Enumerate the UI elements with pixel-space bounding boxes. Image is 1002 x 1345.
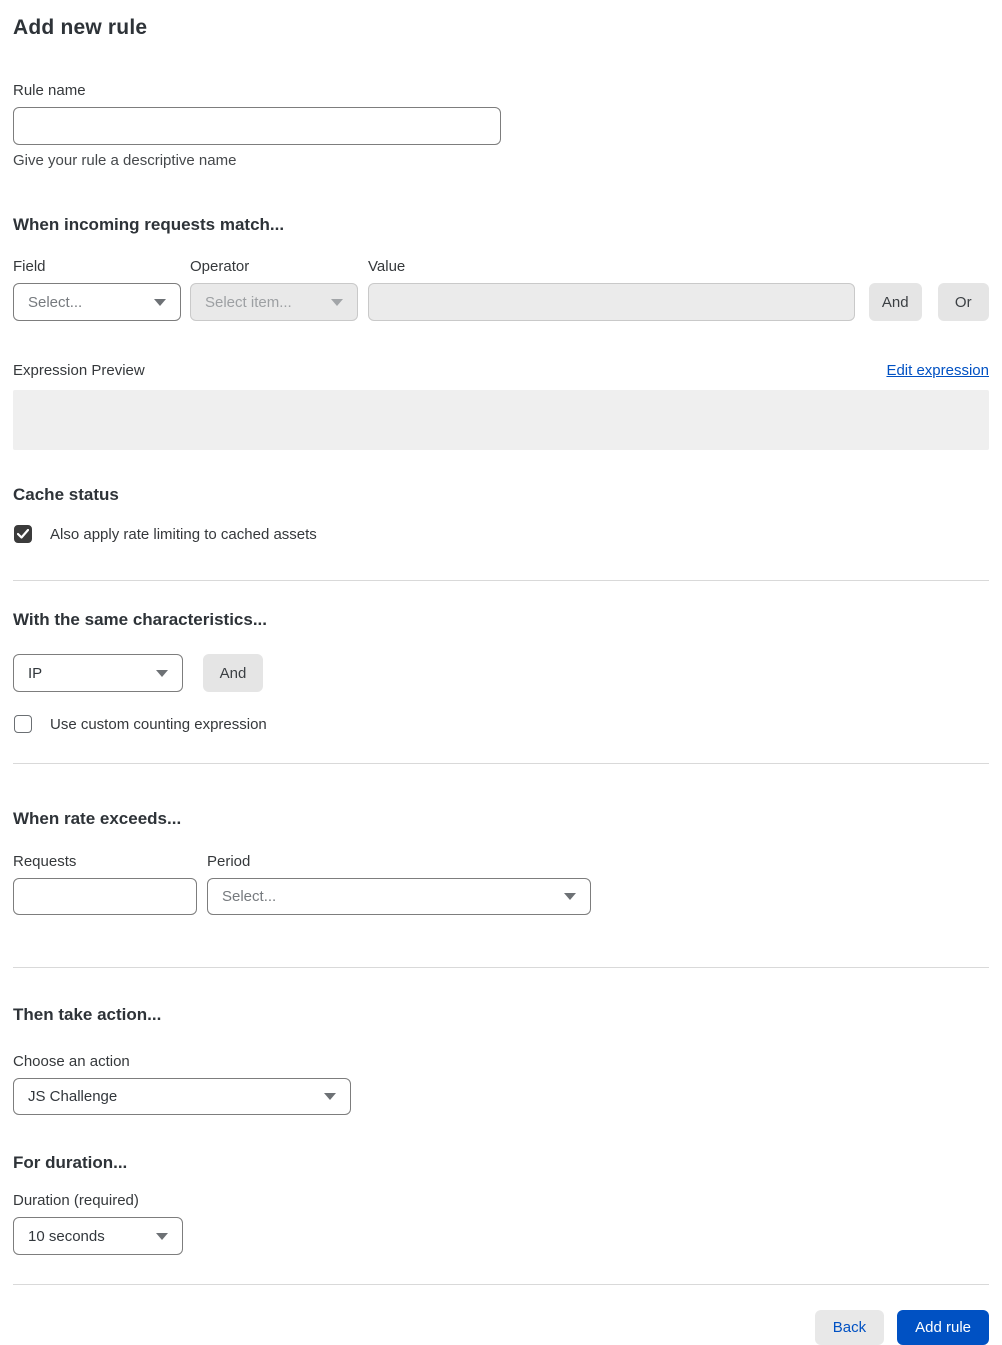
check-icon: [17, 529, 29, 539]
rule-name-label: Rule name: [13, 82, 86, 99]
chevron-down-icon: [156, 669, 168, 677]
requests-input[interactable]: [13, 878, 197, 915]
action-select[interactable]: JS Challenge: [13, 1078, 351, 1115]
chevron-down-icon: [564, 893, 576, 900]
divider: [13, 967, 989, 968]
requests-label: Requests: [13, 853, 77, 870]
expression-preview-box: [13, 390, 989, 450]
field-label: Field: [13, 258, 46, 275]
chevron-down-icon: [154, 298, 166, 306]
divider: [13, 1284, 989, 1285]
action-label: Choose an action: [13, 1053, 130, 1070]
period-select-value: Select...: [222, 888, 277, 905]
characteristics-select-value: IP: [28, 664, 43, 682]
period-label: Period: [207, 853, 251, 870]
field-column: Field Select...: [13, 258, 181, 321]
divider: [13, 580, 989, 581]
chevron-down-icon: [324, 1093, 336, 1100]
match-section-heading: When incoming requests match...: [13, 215, 285, 234]
characteristics-row: IP And: [13, 654, 989, 692]
operator-select-value: Select item...: [205, 293, 292, 311]
value-label: Value: [368, 258, 406, 275]
rule-name-help: Give your rule a descriptive name: [13, 152, 237, 169]
page-title: Add new rule: [13, 16, 148, 39]
or-button[interactable]: Or: [937, 283, 989, 321]
operator-select[interactable]: Select item...: [190, 283, 358, 321]
cache-status-heading: Cache status: [13, 485, 119, 504]
divider: [13, 763, 989, 764]
edit-expression-link[interactable]: Edit expression: [886, 362, 989, 379]
chevron-down-icon: [156, 1232, 168, 1240]
period-select[interactable]: Select...: [207, 878, 591, 915]
rate-row: Requests Period Select...: [13, 853, 989, 915]
expression-preview-header: Expression Preview Edit expression: [13, 362, 989, 379]
chevron-down-icon: [331, 298, 343, 306]
period-column: Period Select...: [197, 853, 591, 915]
value-column: Value: [358, 258, 855, 321]
requests-column: Requests: [13, 853, 197, 915]
custom-counting-checkbox-label: Use custom counting expression: [50, 715, 267, 733]
field-select-value: Select...: [28, 293, 83, 311]
characteristics-select[interactable]: IP: [13, 654, 183, 692]
rule-name-input[interactable]: [13, 107, 501, 145]
cache-status-checkbox-label: Also apply rate limiting to cached asset…: [50, 525, 317, 543]
duration-heading: For duration...: [13, 1153, 128, 1172]
cache-status-check-row: Also apply rate limiting to cached asset…: [13, 525, 989, 543]
custom-counting-checkbox[interactable]: [14, 715, 32, 733]
match-builder-row: Field Select... Operator Select item... …: [13, 258, 989, 321]
cache-status-checkbox[interactable]: [14, 525, 32, 543]
expression-preview-label: Expression Preview: [13, 362, 145, 379]
operator-label: Operator: [190, 258, 250, 275]
characteristics-heading: With the same characteristics...: [13, 610, 268, 629]
add-rule-form: Add new rule Rule name Give your rule a …: [0, 0, 1002, 1345]
action-select-value: JS Challenge: [28, 1088, 118, 1105]
operator-column: Operator Select item...: [181, 258, 358, 321]
duration-select-value: 10 seconds: [28, 1227, 105, 1245]
action-heading: Then take action...: [13, 1005, 162, 1024]
duration-label: Duration (required): [13, 1192, 139, 1209]
field-select[interactable]: Select...: [13, 283, 181, 321]
counting-expression-check-row: Use custom counting expression: [13, 715, 989, 733]
duration-select[interactable]: 10 seconds: [13, 1217, 183, 1255]
value-input[interactable]: [368, 283, 855, 321]
and-button[interactable]: And: [869, 283, 922, 321]
characteristics-and-button[interactable]: And: [203, 654, 263, 692]
rate-heading: When rate exceeds...: [13, 809, 182, 828]
